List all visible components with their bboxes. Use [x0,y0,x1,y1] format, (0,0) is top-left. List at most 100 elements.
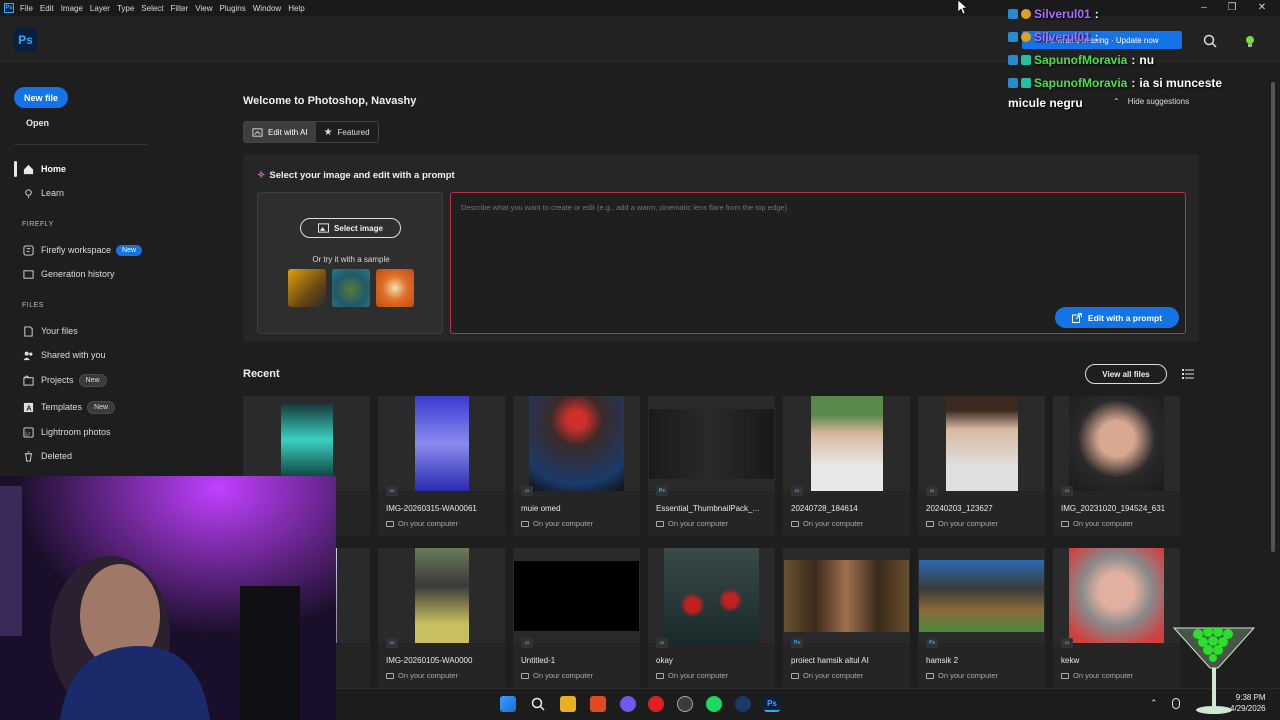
recent-file-card[interactable]: ▭ IMG_20231020_194524_631 On your comput… [1053,396,1180,536]
computer-icon [386,520,394,527]
recent-file-card[interactable]: Ps hamsik 2 On your computer [918,548,1045,688]
menu-edit[interactable]: Edit [40,4,54,13]
minimize-icon[interactable]: – [1196,2,1212,13]
menu-window[interactable]: Window [253,4,281,13]
spotify-icon[interactable] [706,696,722,712]
file-name: proiect hamsik altul AI [791,656,869,665]
file-icon [22,325,34,337]
menu-help[interactable]: Help [288,4,304,13]
recent-file-card[interactable]: ▭ muie omed On your computer [513,396,640,536]
file-name: IMG-20260105-WA0000 [386,656,473,665]
search-icon[interactable] [1202,33,1218,49]
image-file-icon: ▭ [386,486,398,496]
hide-suggestions-button[interactable]: ⌃ Hide suggestions [1113,97,1189,106]
computer-icon [926,672,934,679]
history-icon [22,268,34,280]
hide-suggestions-label: Hide suggestions [1127,97,1190,106]
recent-file-card[interactable]: ▭ 20240728_184614 On your computer [783,396,910,536]
page-title: Welcome to Photoshop, Navashy [243,95,417,107]
menu-file[interactable]: File [20,4,33,13]
recent-file-card[interactable]: ▭ 20240203_123627 On your computer [918,396,1045,536]
maximize-icon[interactable]: ❐ [1224,2,1240,13]
prompt-input[interactable] [461,203,1161,212]
youtube-icon[interactable] [648,696,664,712]
external-edit-icon [1071,312,1082,323]
file-thumbnail [918,548,1045,643]
sample-image-turtle[interactable] [332,269,370,307]
photoshop-taskbar-icon[interactable]: Ps [764,696,780,712]
computer-icon [926,520,934,527]
vertical-scrollbar[interactable] [1268,62,1278,688]
search-icon[interactable] [530,696,546,712]
sidebar-item-projects[interactable]: Projects New [22,373,107,387]
scrollbar-thumb[interactable] [1271,82,1275,552]
sample-image-cake[interactable] [376,269,414,307]
sidebar-item-label: Templates [41,402,83,412]
chat-username: Silverul01 [1034,7,1091,21]
sidebar-item-your-files[interactable]: Your files [22,324,78,338]
computer-icon [521,672,529,679]
tab-featured[interactable]: ★ Featured [316,122,378,142]
sidebar-item-learn[interactable]: Learn [22,186,64,200]
menu-plugins[interactable]: Plugins [220,4,246,13]
brave-browser-icon[interactable] [590,696,606,712]
menu-view[interactable]: View [195,4,212,13]
open-button[interactable]: Open [26,118,49,128]
discord-icon[interactable] [620,696,636,712]
obs-icon[interactable] [677,696,693,712]
recent-title: Recent [243,368,280,380]
recent-file-card[interactable]: ▭ okay On your computer [648,548,775,688]
file-thumbnail [378,548,505,643]
tab-edit-with-ai[interactable]: Edit with AI [244,122,316,142]
chat-message: Silverul01: [1008,30,1099,44]
computer-icon [1061,672,1069,679]
menu-select[interactable]: Select [141,4,163,13]
edit-with-prompt-button[interactable]: Edit with a prompt [1055,307,1179,328]
list-view-icon[interactable] [1182,368,1194,380]
photoshop-logo[interactable]: Ps [14,28,37,51]
close-icon[interactable]: ✕ [1254,2,1270,13]
new-badge: New [116,244,143,256]
chat-text: ia si munceste [1139,76,1223,90]
recent-file-card[interactable]: ▭ kekw On your computer [1053,548,1180,688]
recent-file-card[interactable]: ▭ IMG-20260315-WA00061 On your computer [378,396,505,536]
trash-icon [22,450,34,462]
select-image-button[interactable]: Select image [300,218,401,238]
menu-layer[interactable]: Layer [90,4,110,13]
image-file-icon: ▭ [791,486,803,496]
prompt-card-title-text: Select your image and edit with a prompt [269,170,455,181]
sample-image-car[interactable] [288,269,326,307]
sample-label: Or try it with a sample [312,255,390,264]
select-image-panel: Select image Or try it with a sample [257,192,443,334]
sidebar-item-deleted[interactable]: Deleted [22,449,72,463]
recent-file-card[interactable]: ▭ IMG-20260105-WA0000 On your computer [378,548,505,688]
recent-file-card[interactable]: Ps proiect hamsik altul AI On your compu… [783,548,910,688]
recent-file-card[interactable]: ▭ Untitled-1 On your computer [513,548,640,688]
tray-chevron-icon[interactable]: ⌃ [1150,698,1158,709]
windows-start-icon[interactable] [500,696,516,712]
sidebar-item-generation-history[interactable]: Generation history [22,267,115,281]
people-icon [22,349,34,361]
sidebar-item-lightroom-photos[interactable]: Lr Lightroom photos [22,425,111,439]
sidebar-item-shared-with-you[interactable]: Shared with you [22,348,106,362]
svg-text:Lr: Lr [25,431,30,437]
new-file-button[interactable]: New file [14,87,68,108]
sidebar-item-home[interactable]: Home [22,162,66,176]
menu-type[interactable]: Type [117,4,134,13]
file-thumbnail [648,548,775,643]
file-thumbnail [1053,396,1180,491]
templates-icon: A [22,401,34,413]
lightbulb-icon[interactable] [1242,33,1258,49]
file-explorer-icon[interactable] [560,696,576,712]
sidebar-item-templates[interactable]: A Templates New [22,400,116,414]
menu-image[interactable]: Image [61,4,83,13]
recent-file-card[interactable]: Ps Essential_ThumbnailPack_... On your c… [648,396,775,536]
steam-icon[interactable] [735,696,751,712]
sidebar-item-firefly-workspace[interactable]: Firefly workspace New [22,243,143,257]
view-all-files-button[interactable]: View all files [1085,364,1167,384]
lightbulb-icon [22,187,34,199]
menu-filter[interactable]: Filter [171,4,189,13]
chat-message: SapunofMoravia: nu [1008,53,1154,67]
file-name: kekw [1061,656,1080,665]
file-location: On your computer [1061,519,1133,528]
